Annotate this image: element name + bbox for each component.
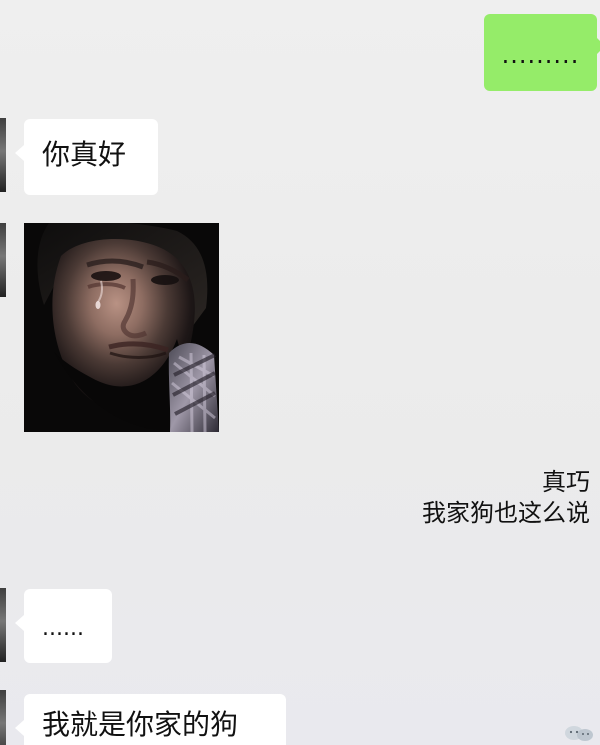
- contact-avatar[interactable]: [0, 588, 6, 662]
- message-bubble-incoming[interactable]: 我就是你家的狗: [15, 694, 286, 745]
- contact-avatar[interactable]: [0, 223, 6, 297]
- crying-man-image: [24, 223, 219, 432]
- outgoing-text-message[interactable]: 真巧 我家狗也这么说: [400, 467, 590, 529]
- wechat-logo-icon: [562, 723, 596, 743]
- message-bubble-incoming[interactable]: ......: [15, 589, 112, 663]
- message-line: 真巧: [542, 468, 590, 496]
- message-text: .........: [501, 41, 580, 69]
- message-bubble-outgoing[interactable]: .........: [484, 14, 600, 91]
- message-text: ......: [42, 616, 84, 641]
- message-text: 你真好: [42, 138, 127, 171]
- message-line: 我家狗也这么说: [422, 499, 590, 527]
- contact-avatar[interactable]: [0, 118, 6, 192]
- message-bubble-incoming[interactable]: 你真好: [15, 119, 158, 195]
- contact-avatar[interactable]: [0, 690, 6, 745]
- image-message[interactable]: [24, 223, 219, 432]
- message-text: 我就是你家的狗: [42, 708, 239, 741]
- chat-window: ......... 你真好 真巧 我家狗也这么说 ...... 我就是你家的狗: [0, 0, 600, 745]
